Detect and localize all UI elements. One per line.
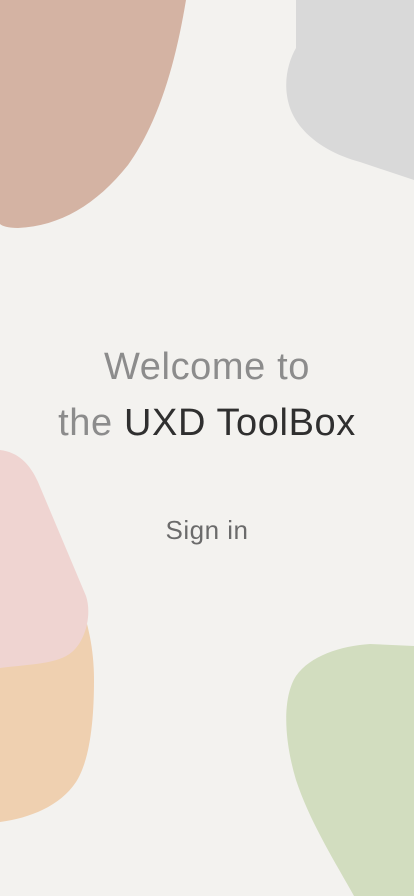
- welcome-line-2-prefix: the: [58, 402, 113, 445]
- welcome-line-2: the UXD ToolBox: [0, 395, 414, 451]
- welcome-screen: Welcome to the UXD ToolBox Sign in: [0, 0, 414, 896]
- app-name: UXD ToolBox: [123, 402, 356, 445]
- welcome-title: Welcome to the UXD ToolBox: [0, 339, 414, 451]
- sign-in-link[interactable]: Sign in: [0, 512, 414, 548]
- grey-blob: [286, 0, 414, 180]
- brown-blob: [0, 0, 186, 228]
- welcome-line-1: Welcome to: [104, 346, 310, 389]
- green-blob: [286, 644, 414, 896]
- pink-blob: [0, 450, 89, 668]
